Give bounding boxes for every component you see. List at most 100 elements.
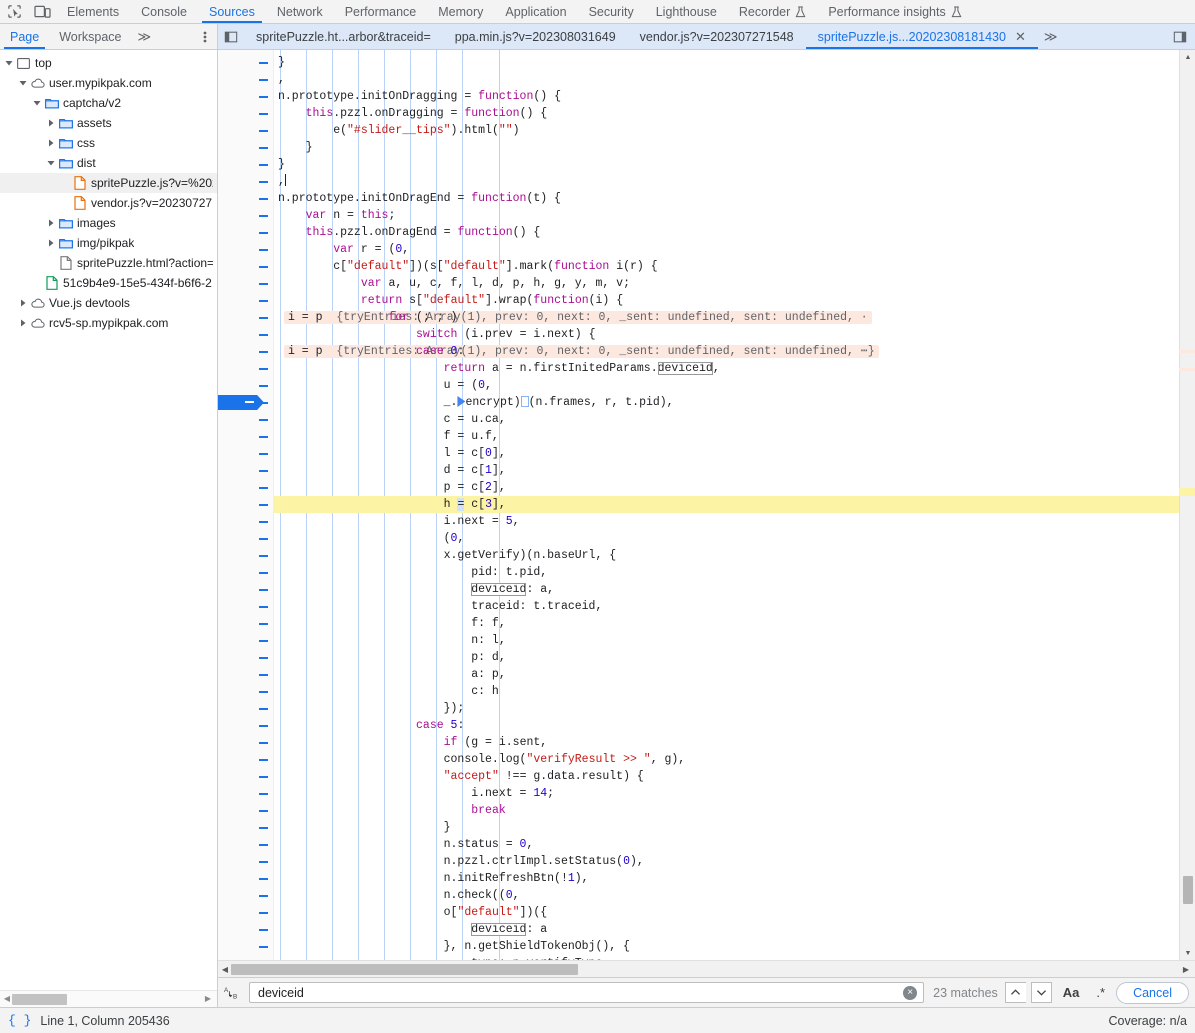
gutter-line[interactable] [218, 377, 274, 394]
gutter-line[interactable] [218, 105, 274, 122]
gutter-line[interactable] [218, 360, 274, 377]
code-line[interactable]: n: l, [274, 632, 1179, 649]
tree-item[interactable]: css [0, 133, 217, 153]
gutter-line[interactable] [218, 717, 274, 734]
gutter-line[interactable] [218, 71, 274, 88]
code-line[interactable]: u = (0, [274, 377, 1179, 394]
code-line[interactable]: p = c[2], [274, 479, 1179, 496]
gutter-line[interactable] [218, 853, 274, 870]
code-line[interactable]: l = c[0], [274, 445, 1179, 462]
gutter-line[interactable] [218, 870, 274, 887]
code-line[interactable]: f: f, [274, 615, 1179, 632]
use-regex-button[interactable]: .* [1090, 985, 1111, 1000]
gutter-line[interactable] [218, 734, 274, 751]
gutter-line[interactable] [218, 326, 274, 343]
code-line[interactable]: switch (i.prev = i.next) {i = p {tryEntr… [274, 326, 1179, 358]
code-line[interactable]: }); [274, 700, 1179, 717]
scroll-up-arrow[interactable]: ▲ [1180, 50, 1195, 64]
gutter-line[interactable] [218, 938, 274, 955]
code-line[interactable]: }, n.getShieldTokenObj(), { [274, 938, 1179, 955]
gutter-line[interactable] [218, 224, 274, 241]
code-line[interactable]: c: h [274, 683, 1179, 700]
search-input-wrapper[interactable]: × [249, 982, 925, 1003]
device-toolbar-icon[interactable] [28, 0, 56, 23]
toggle-navigator-panel-icon[interactable] [218, 24, 244, 49]
twisty-expanded-icon[interactable] [45, 159, 57, 167]
tree-item[interactable]: img/pikpak [0, 233, 217, 253]
tree-item[interactable]: user.mypikpak.com [0, 73, 217, 93]
gutter-line[interactable] [218, 173, 274, 190]
breakpoint-marker[interactable] [218, 395, 264, 410]
main-tab-lighthouse[interactable]: Lighthouse [645, 0, 728, 23]
gutter-line[interactable] [218, 54, 274, 71]
code-line[interactable]: var a, u, c, f, l, d, p, h, g, y, m, v; [274, 275, 1179, 292]
scroll-down-arrow[interactable]: ▼ [1180, 946, 1195, 960]
main-tab-sources[interactable]: Sources [198, 0, 266, 23]
code-line[interactable]: n.prototype.initOnDragging = function() … [274, 88, 1179, 105]
gutter-line[interactable] [218, 581, 274, 598]
gutter-line[interactable] [218, 904, 274, 921]
code-line[interactable]: console.log("verifyResult >> ", g), [274, 751, 1179, 768]
main-tab-security[interactable]: Security [578, 0, 645, 23]
navigator-more-tabs-icon[interactable]: ≫ [132, 24, 158, 49]
code-line[interactable]: i.next = 14; [274, 785, 1179, 802]
collapsed-token-icon[interactable] [520, 396, 529, 407]
execution-line[interactable]: h = c[3], [274, 496, 1179, 513]
code-line[interactable]: n.prototype.initOnDragEnd = function(t) … [274, 190, 1179, 207]
gutter-line[interactable] [218, 156, 274, 173]
clear-search-icon[interactable]: × [903, 985, 918, 1000]
editor-tab-1[interactable]: ppa.min.js?v=202308031649 [443, 24, 628, 49]
code-content[interactable]: }, n.prototype.initOnDragging = function(… [274, 50, 1179, 960]
code-line[interactable]: var r = (0, [274, 241, 1179, 258]
code-line[interactable]: for (; ; ) [274, 309, 1179, 326]
scrollbar-thumb[interactable] [231, 964, 578, 975]
gutter-line[interactable] [218, 139, 274, 156]
code-line[interactable]: pid: t.pid, [274, 564, 1179, 581]
code-line[interactable]: } [274, 819, 1179, 836]
gutter-line[interactable] [218, 309, 274, 326]
gutter-line[interactable] [218, 819, 274, 836]
twisty-collapsed-icon[interactable] [17, 299, 29, 307]
code-line[interactable]: n.pzzl.ctrlImpl.setStatus(0), [274, 853, 1179, 870]
search-input[interactable] [256, 984, 904, 1001]
main-tab-console[interactable]: Console [130, 0, 198, 23]
gutter-line[interactable] [218, 496, 274, 513]
twisty-collapsed-icon[interactable] [45, 139, 57, 147]
code-line[interactable]: break [274, 802, 1179, 819]
gutter-line[interactable] [218, 275, 274, 292]
toggle-debugger-panel-icon[interactable] [1165, 24, 1195, 49]
code-line[interactable]: e("#slider__tips").html("") [274, 122, 1179, 139]
cancel-search-button[interactable]: Cancel [1116, 981, 1189, 1004]
tree-item[interactable]: assets [0, 113, 217, 133]
code-line[interactable]: c = u.ca, [274, 411, 1179, 428]
gutter-line[interactable] [218, 428, 274, 445]
twisty-expanded-icon[interactable] [31, 99, 43, 107]
close-tab-icon[interactable]: ✕ [1015, 30, 1026, 43]
gutter-line[interactable] [218, 751, 274, 768]
code-line[interactable]: } [274, 54, 1179, 71]
search-prev-button[interactable] [1004, 982, 1026, 1003]
code-line[interactable]: deviceid: a [274, 921, 1179, 938]
editor-tab-3[interactable]: spritePuzzle.js...20202308181430 ✕ [805, 24, 1039, 49]
gutter-line[interactable] [218, 921, 274, 938]
code-line[interactable]: _. encrypt) (n.frames, r, t.pid), [274, 394, 1179, 411]
code-line[interactable]: o["default"])({ [274, 904, 1179, 921]
code-line[interactable]: case 0: [274, 343, 1179, 360]
gutter-line[interactable] [218, 649, 274, 666]
main-tab-performance[interactable]: Performance [334, 0, 428, 23]
code-line[interactable]: deviceid: a, [274, 581, 1179, 598]
code-line[interactable]: return s["default"].wrap(function(i) {i … [274, 292, 1179, 324]
scroll-right-arrow[interactable]: ▶ [1179, 965, 1193, 974]
code-line[interactable]: , [274, 173, 1179, 190]
main-tab-recorder[interactable]: Recorder [728, 0, 817, 23]
gutter-line[interactable] [218, 564, 274, 581]
main-tab-network[interactable]: Network [266, 0, 334, 23]
editor-tab-0[interactable]: spritePuzzle.ht...arbor&traceid= [244, 24, 443, 49]
code-scroll-region[interactable]: }, n.prototype.initOnDragging = function(… [218, 50, 1179, 960]
code-line[interactable]: , [274, 71, 1179, 88]
code-line[interactable]: x.getVerify)(n.baseUrl, { [274, 547, 1179, 564]
editor-vertical-scrollbar[interactable]: ▲ ▼ [1179, 50, 1195, 960]
twisty-collapsed-icon[interactable] [45, 219, 57, 227]
tree-item[interactable]: vendor.js?v=202307271 [0, 193, 217, 213]
editor-more-tabs-icon[interactable]: ≫ [1038, 24, 1064, 49]
